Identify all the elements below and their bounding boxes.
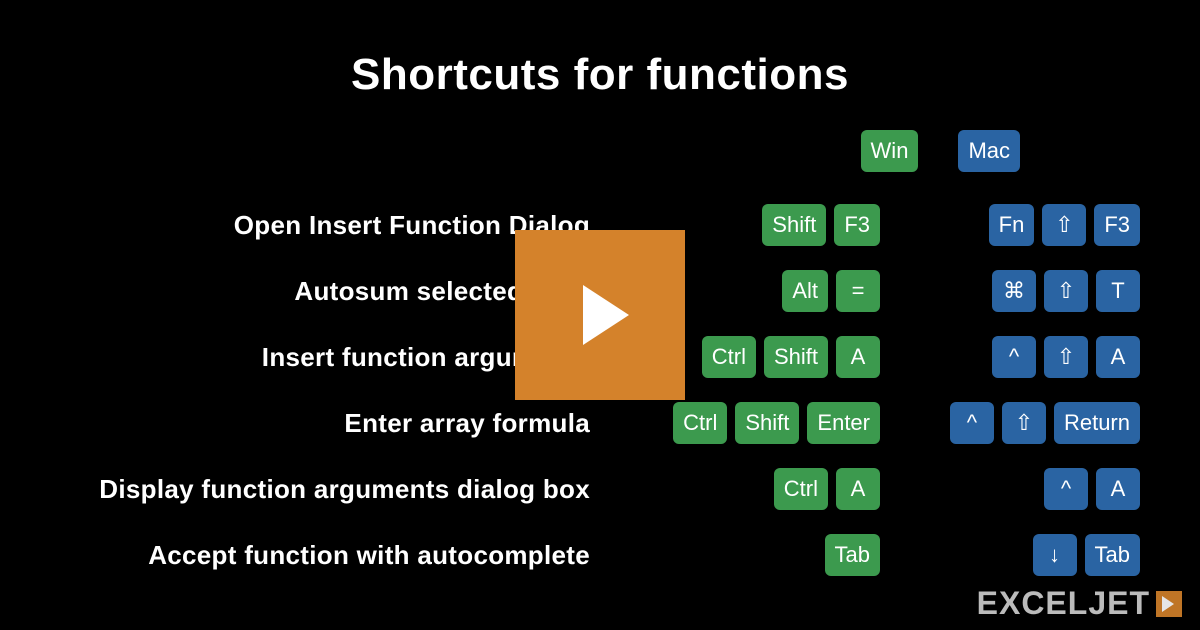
key-f3: F3: [834, 204, 880, 246]
key-tab: Tab: [1085, 534, 1140, 576]
brand-logo: EXCELJET: [977, 585, 1182, 622]
play-icon: [583, 285, 629, 345]
key-shift: Shift: [735, 402, 799, 444]
key-shift-icon: ⇧: [1044, 270, 1088, 312]
column-headers: Win Mac: [60, 130, 1140, 172]
win-keys: Ctrl Shift A: [702, 336, 880, 378]
play-button[interactable]: [515, 230, 685, 400]
key-shift-icon: ⇧: [1044, 336, 1088, 378]
mac-keys: ^ ⇧ A: [992, 336, 1140, 378]
page-title: Shortcuts for functions: [0, 0, 1200, 130]
mac-keys: ⌘ ⇧ T: [992, 270, 1140, 312]
key-equals: =: [836, 270, 880, 312]
win-keys: Shift F3: [762, 204, 880, 246]
shortcut-label: Accept function with autocomplete: [60, 540, 620, 571]
mac-keys: ^ ⇧ Return: [950, 402, 1140, 444]
key-shift-icon: ⇧: [1042, 204, 1086, 246]
key-a: A: [1096, 336, 1140, 378]
key-enter: Enter: [807, 402, 880, 444]
key-ctrl: Ctrl: [673, 402, 727, 444]
mac-column-header: Mac: [958, 130, 1020, 172]
win-keys: Ctrl Shift Enter: [673, 402, 880, 444]
shortcut-row: Accept function with autocomplete Tab ↓ …: [60, 532, 1140, 578]
key-t: T: [1096, 270, 1140, 312]
key-control-icon: ^: [1044, 468, 1088, 510]
key-a: A: [836, 468, 880, 510]
key-return: Return: [1054, 402, 1140, 444]
key-a: A: [836, 336, 880, 378]
mac-keys: ^ A: [1044, 468, 1140, 510]
mac-keys: ↓ Tab: [1033, 534, 1140, 576]
key-down-arrow-icon: ↓: [1033, 534, 1077, 576]
shortcut-row: Enter array formula Ctrl Shift Enter ^ ⇧…: [60, 400, 1140, 446]
win-keys: Tab: [825, 534, 880, 576]
key-control-icon: ^: [950, 402, 994, 444]
win-keys: Ctrl A: [774, 468, 880, 510]
win-column-header: Win: [861, 130, 919, 172]
key-alt: Alt: [782, 270, 828, 312]
brand-text: EXCELJET: [977, 585, 1150, 622]
key-ctrl: Ctrl: [774, 468, 828, 510]
key-a: A: [1096, 468, 1140, 510]
key-command-icon: ⌘: [992, 270, 1036, 312]
shortcut-row: Display function arguments dialog box Ct…: [60, 466, 1140, 512]
win-keys: Alt =: [782, 270, 880, 312]
key-shift: Shift: [764, 336, 828, 378]
mac-keys: Fn ⇧ F3: [989, 204, 1140, 246]
key-tab: Tab: [825, 534, 880, 576]
key-f3: F3: [1094, 204, 1140, 246]
key-fn: Fn: [989, 204, 1035, 246]
shortcut-label: Display function arguments dialog box: [60, 474, 620, 505]
key-control-icon: ^: [992, 336, 1036, 378]
key-shift: Shift: [762, 204, 826, 246]
shortcut-label: Enter array formula: [60, 408, 620, 439]
key-shift-icon: ⇧: [1002, 402, 1046, 444]
brand-mark-icon: [1156, 591, 1182, 617]
key-ctrl: Ctrl: [702, 336, 756, 378]
